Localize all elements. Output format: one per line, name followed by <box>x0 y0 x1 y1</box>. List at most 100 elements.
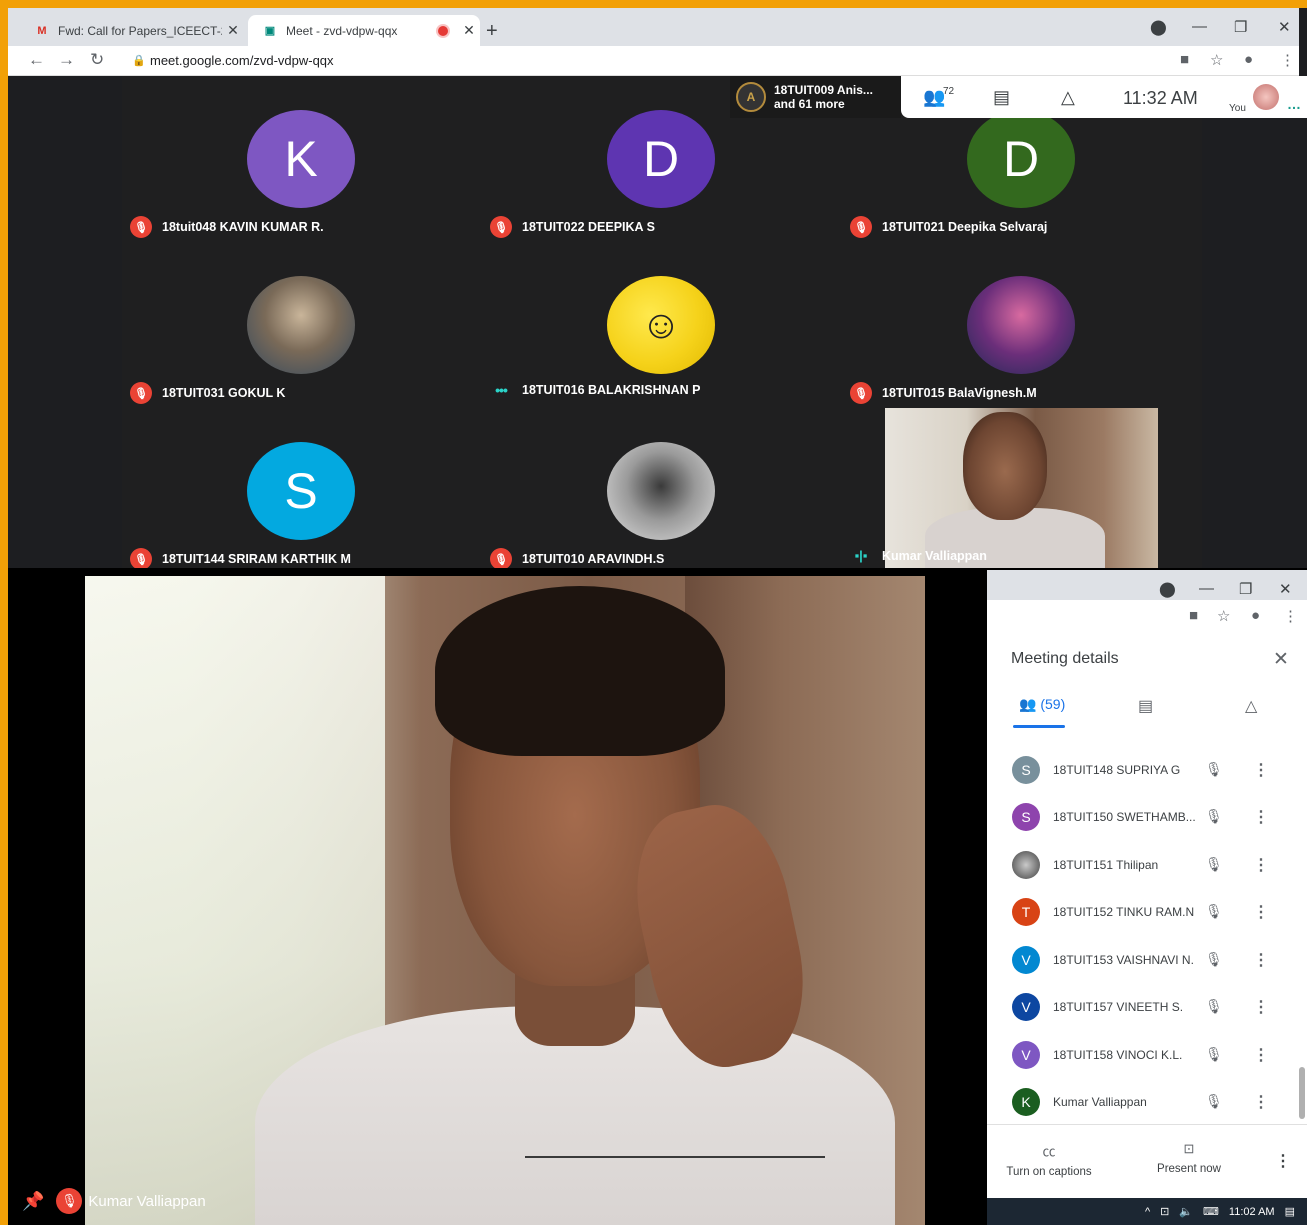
close-window-button[interactable]: ✕ <box>1278 18 1291 36</box>
more-options-icon[interactable]: ⋮ <box>1253 1092 1269 1112</box>
presenter-info[interactable]: A 18TUIT009 Anis... and 61 more <box>730 76 901 118</box>
participant-tile[interactable]: K 🎙 18tuit048 KAVIN KUMAR R. <box>122 76 482 242</box>
speaking-indicator-icon: ▪|▪ <box>854 548 868 563</box>
panel-footer: ㏄ Turn on captions ⊡ Present now ⋮ <box>987 1124 1307 1198</box>
bookmark-star-icon[interactable]: ☆ <box>1217 607 1230 625</box>
mic-off-icon: 🎙 <box>130 382 152 404</box>
new-tab-button[interactable]: + <box>486 20 498 43</box>
present-now-button[interactable]: ⊡ Present now <box>1143 1141 1235 1175</box>
close-icon[interactable]: ✕ <box>1273 648 1289 671</box>
keyboard-icon[interactable]: ⌨ <box>1203 1205 1219 1218</box>
list-item[interactable]: K Kumar Valliappan 🎙 ⋮ <box>987 1078 1299 1124</box>
close-tab-icon[interactable]: ✕ <box>458 22 480 39</box>
camera-icon[interactable]: ■ <box>1189 607 1198 624</box>
participant-name: 18tuit048 KAVIN KUMAR R. <box>162 220 324 234</box>
participant-tile[interactable]: ☺ ••• 18TUIT016 BALAKRISHNAN P <box>482 242 842 408</box>
more-options-icon[interactable]: ⋮ <box>1253 760 1269 780</box>
profile-icon[interactable]: ● <box>1244 51 1253 68</box>
tab-activities[interactable]: △ <box>1245 696 1257 716</box>
camera-icon[interactable]: ■ <box>1180 51 1189 68</box>
forward-icon[interactable]: → <box>58 50 75 70</box>
mic-off-icon: 🎙 <box>850 382 872 404</box>
present-label: Present now <box>1157 1163 1221 1175</box>
gmail-icon: M <box>37 24 47 37</box>
captions-button[interactable]: ㏄ Turn on captions <box>1003 1141 1095 1178</box>
pin-icon[interactable]: 📌 <box>22 1191 44 1212</box>
tab-gmail[interactable]: M Fwd: Call for Papers_ICEECT-2021 ✕ <box>20 15 244 46</box>
presenter-line2: and 61 more <box>774 97 845 111</box>
more-icon[interactable]: … <box>1287 96 1301 112</box>
list-item[interactable]: V 18TUIT158 VINOCI K.L. 🎙 ⋮ <box>987 1031 1299 1078</box>
meet-icon: ▣ <box>264 25 276 37</box>
list-item[interactable]: 18TUIT151 Thilipan 🎙 ⋮ <box>987 841 1299 888</box>
avatar-photo <box>1012 850 1040 879</box>
volume-icon[interactable]: 🔈 <box>1179 1205 1193 1218</box>
mic-off-icon: 🎙 <box>1205 856 1223 872</box>
tab-meet[interactable]: ▣ Meet - zvd-vdpw-qqx ✕ <box>248 15 480 46</box>
participant-name: 18TUIT158 VINOCI K.L. <box>1053 1047 1183 1062</box>
avatar-photo <box>247 276 355 374</box>
menu-dots-icon[interactable]: ⋮ <box>1280 51 1295 69</box>
tab-people[interactable]: 👥 (59) <box>1019 696 1065 713</box>
restore-button[interactable]: ❐ <box>1239 580 1252 598</box>
captions-label: Turn on captions <box>1006 1166 1092 1178</box>
close-tab-icon[interactable]: ✕ <box>222 22 244 39</box>
scrollbar[interactable] <box>1299 1067 1305 1119</box>
more-options-icon[interactable]: ⋮ <box>1253 1045 1269 1065</box>
participant-tile[interactable]: 🎙 18TUIT031 GOKUL K <box>122 242 482 408</box>
list-item[interactable]: S 18TUIT148 SUPRIYA G 🎙 ⋮ <box>987 746 1299 793</box>
menu-dots-icon[interactable]: ⋮ <box>1283 607 1298 625</box>
tab-title: Meet - zvd-vdpw-qqx <box>286 23 398 38</box>
more-options-icon[interactable]: ⋮ <box>1253 855 1269 875</box>
mic-off-icon: 🎙 <box>850 216 872 238</box>
more-options-icon[interactable]: ⋮ <box>1253 807 1269 827</box>
minimize-button[interactable]: — <box>1192 18 1207 35</box>
participant-name: 18TUIT015 BalaVignesh.M <box>882 386 1037 400</box>
profile-dropdown-icon[interactable]: ⬤ <box>1150 18 1167 36</box>
list-item[interactable]: V 18TUIT153 VAISHNAVI N. 🎙 ⋮ <box>987 936 1299 983</box>
participant-tile[interactable]: S 🎙 18TUIT144 SRIRAM KARTHIK M <box>122 408 482 574</box>
participant-name: 18TUIT016 BALAKRISHNAN P <box>522 383 701 397</box>
more-options-icon[interactable]: ⋮ <box>1253 997 1269 1017</box>
main-speaker-video[interactable] <box>85 576 925 1225</box>
more-options-icon[interactable]: ⋮ <box>1275 1151 1291 1171</box>
panel-window-chrome: ⬤ — ❐ ✕ ■ ☆ ● ⋮ <box>987 570 1307 632</box>
main-speaker-name: Kumar Valliappan <box>88 1192 206 1210</box>
more-options-icon[interactable]: ⋮ <box>1253 902 1269 922</box>
meet-left-margin <box>8 76 122 568</box>
tab-chat[interactable]: ▤ <box>1138 696 1153 716</box>
people-tab-count: (59) <box>1040 696 1066 712</box>
participant-name: 18TUIT031 GOKUL K <box>162 386 286 400</box>
list-item[interactable]: V 18TUIT157 VINEETH S. 🎙 ⋮ <box>987 983 1299 1030</box>
list-item[interactable]: S 18TUIT150 SWETHAMB... 🎙 ⋮ <box>987 793 1299 840</box>
video-shirt-print <box>525 1156 825 1158</box>
browser-tab-strip: M Fwd: Call for Papers_ICEECT-2021 ✕ ▣ M… <box>8 8 1299 46</box>
minimize-button[interactable]: — <box>1199 580 1214 597</box>
reload-icon[interactable]: ↻ <box>90 50 104 70</box>
avatar-photo <box>607 442 715 540</box>
bookmark-star-icon[interactable]: ☆ <box>1210 51 1223 69</box>
tray-chevron-icon[interactable]: ^ <box>1145 1206 1150 1218</box>
restore-button[interactable]: ❐ <box>1234 18 1247 36</box>
more-options-icon[interactable]: ⋮ <box>1253 950 1269 970</box>
activities-icon[interactable]: △ <box>1061 87 1075 108</box>
url-field[interactable]: meet.google.com/zvd-vdpw-qqx <box>150 53 334 68</box>
mic-off-icon: 🎙 <box>1205 903 1223 919</box>
mic-off-icon: 🎙 <box>1205 1093 1223 1109</box>
back-icon[interactable]: ← <box>28 50 45 70</box>
profile-icon[interactable]: ● <box>1251 607 1260 624</box>
video-person-hair <box>435 586 725 756</box>
people-icon: 👥 <box>1019 696 1037 712</box>
close-window-button[interactable]: ✕ <box>1279 580 1292 598</box>
list-item[interactable]: T 18TUIT152 TINKU RAM.N 🎙 ⋮ <box>987 888 1299 935</box>
participant-tile[interactable]: 🎙 18TUIT015 BalaVignesh.M <box>842 242 1202 408</box>
participant-tile[interactable]: 🎙 18TUIT010 ARAVINDH.S <box>482 408 842 574</box>
self-avatar[interactable] <box>1253 84 1279 110</box>
profile-dropdown-icon[interactable]: ⬤ <box>1159 580 1176 598</box>
network-icon[interactable]: ⊡ <box>1160 1205 1169 1218</box>
chat-icon[interactable]: ▤ <box>993 87 1010 108</box>
participant-name: Kumar Valliappan <box>882 548 987 563</box>
meeting-details-panel: Meeting details ✕ 👥 (59) ▤ △ S 18TUIT148… <box>987 632 1307 1198</box>
smiley-avatar-photo: ☺ <box>607 276 715 374</box>
notification-icon[interactable]: ▤ <box>1285 1205 1295 1218</box>
